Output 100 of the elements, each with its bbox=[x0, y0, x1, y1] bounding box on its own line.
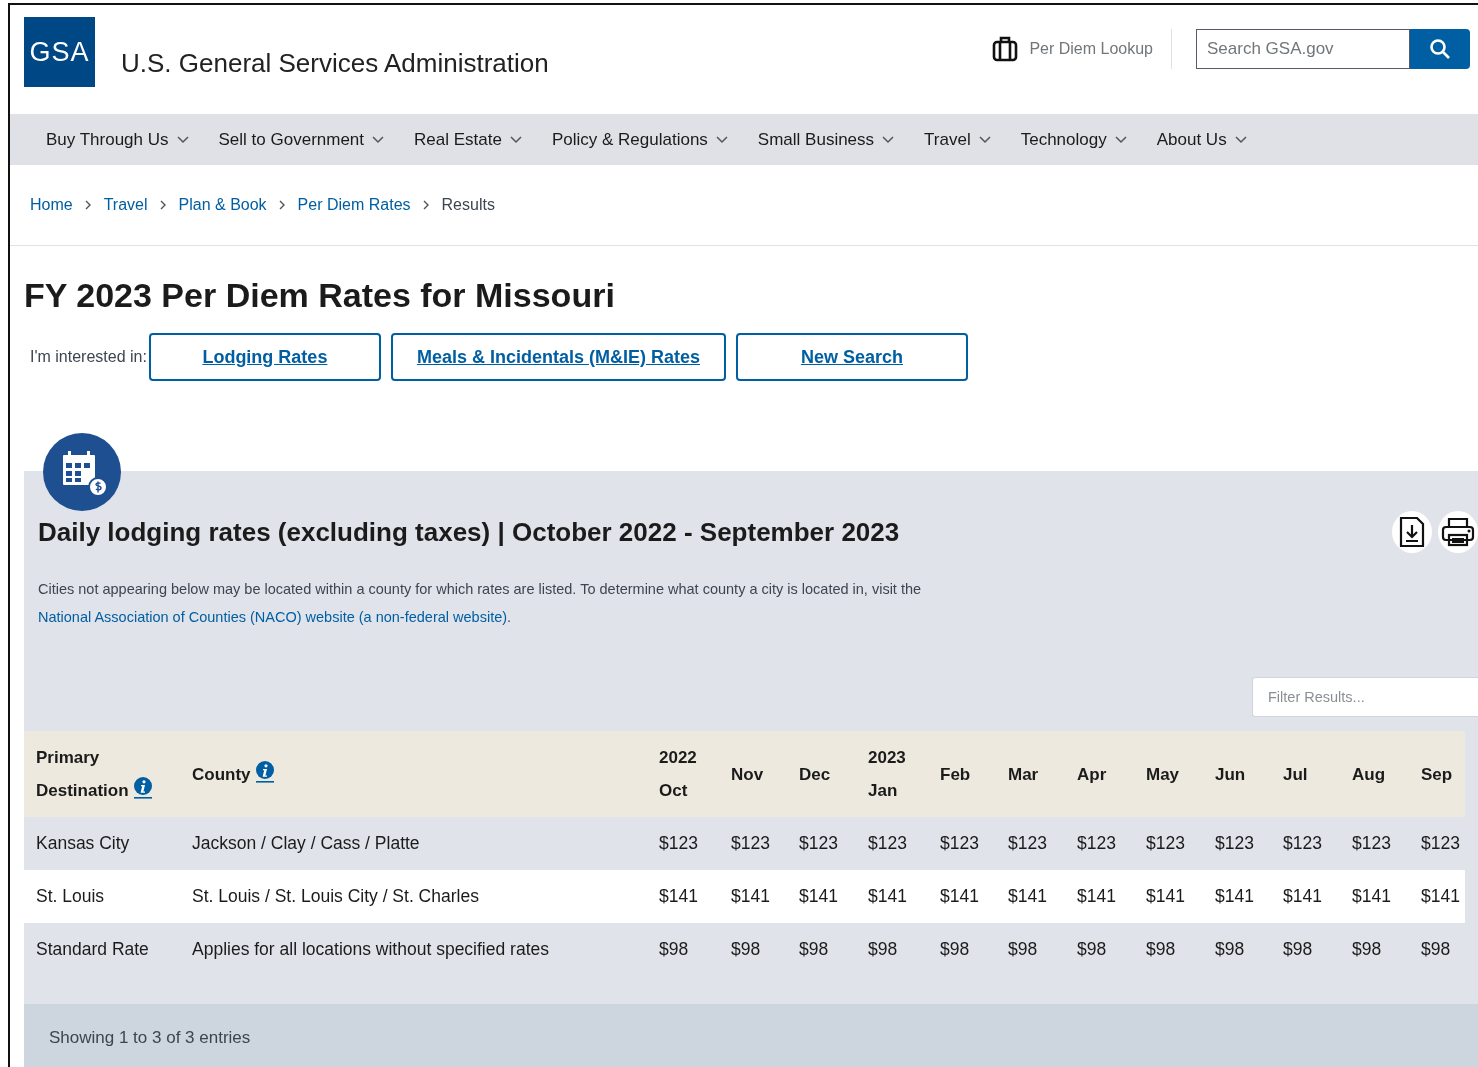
info-icon[interactable] bbox=[133, 777, 152, 800]
table-cell-text: $123 bbox=[1352, 832, 1392, 856]
chevron-down-icon bbox=[715, 135, 728, 144]
table-cell: $141 bbox=[1421, 870, 1465, 924]
column-header: Feb bbox=[940, 731, 1008, 818]
table-cell-text: $98 bbox=[1008, 938, 1039, 962]
table-cell: $141 bbox=[799, 870, 868, 924]
table-cell-text: $98 bbox=[868, 938, 899, 962]
table-cell-text: $98 bbox=[1077, 938, 1108, 962]
table-cell-text: $98 bbox=[1283, 938, 1314, 962]
table-cell-text: $123 bbox=[799, 832, 839, 856]
table-cell: $141 bbox=[659, 870, 731, 924]
chevron-down-icon bbox=[1234, 135, 1247, 144]
table-cell-text: $123 bbox=[1008, 832, 1048, 856]
column-header: County bbox=[192, 731, 659, 818]
chevron-right-icon bbox=[159, 200, 167, 210]
table-cell-text: Standard Rate bbox=[35, 938, 150, 962]
table-cell-text: $123 bbox=[868, 832, 908, 856]
search-button[interactable] bbox=[1410, 29, 1470, 69]
nav-menu-item[interactable]: Policy & Regulations bbox=[551, 129, 728, 150]
nav-menu-item[interactable]: Real Estate bbox=[414, 129, 522, 150]
nav-menu-item[interactable]: Technology bbox=[1020, 129, 1127, 150]
chevron-down-icon bbox=[978, 135, 991, 144]
column-header: Mar bbox=[1008, 731, 1077, 818]
column-header: Primary Destination bbox=[24, 731, 192, 818]
rate-option-button[interactable]: New Search bbox=[735, 333, 968, 381]
column-header: May bbox=[1146, 731, 1215, 818]
print-button[interactable] bbox=[1438, 511, 1478, 554]
table-cell: $141 bbox=[1008, 870, 1077, 924]
breadcrumb-link[interactable]: Home bbox=[30, 196, 73, 214]
download-button[interactable] bbox=[1392, 511, 1432, 554]
table-cell-text: $98 bbox=[1215, 938, 1246, 962]
column-header: Jul bbox=[1283, 731, 1352, 818]
chevron-down-icon bbox=[176, 135, 189, 144]
site-title: U.S. General Services Administration bbox=[121, 47, 549, 79]
chevron-down-icon bbox=[509, 135, 522, 144]
table-cell: St. Louis / St. Louis City / St. Charles bbox=[192, 870, 659, 924]
chevron-right-icon bbox=[278, 200, 286, 210]
table-cell-text: $98 bbox=[659, 938, 690, 962]
table-cell: $141 bbox=[1146, 870, 1215, 924]
chevron-down-icon bbox=[1114, 135, 1127, 144]
table-cell-text: $123 bbox=[659, 832, 699, 856]
current-page-label: Results bbox=[441, 196, 495, 214]
search-icon bbox=[1429, 38, 1451, 60]
table-footer: Showing 1 to 3 of 3 entries bbox=[24, 1004, 1478, 1067]
column-header: 2023 Jan bbox=[868, 731, 940, 818]
chevron-right-icon bbox=[422, 200, 430, 210]
column-header: Sep bbox=[1421, 731, 1465, 818]
rate-option-button[interactable]: Meals & Incidentals (M&IE) Rates bbox=[390, 333, 726, 381]
table-cell-text: $98 bbox=[1352, 938, 1383, 962]
column-header: Apr bbox=[1077, 731, 1146, 818]
column-header: Jun bbox=[1215, 731, 1283, 818]
breadcrumb-link[interactable]: Travel bbox=[103, 196, 148, 214]
filter-field[interactable]: Filter Results... bbox=[1252, 677, 1478, 718]
download-icon bbox=[1399, 516, 1425, 549]
column-header: Nov bbox=[731, 731, 799, 818]
chevron-right-icon bbox=[84, 200, 92, 210]
nav-menu-item[interactable]: Buy Through Us bbox=[46, 129, 189, 150]
table-cell: $141 bbox=[1283, 870, 1352, 924]
nav-menu-item[interactable]: About Us bbox=[1156, 129, 1247, 150]
table-cell-text: $123 bbox=[1215, 832, 1255, 856]
table-cell-text: $98 bbox=[1421, 938, 1452, 962]
search-field[interactable]: Search GSA.gov bbox=[1196, 29, 1410, 69]
per-diem-lookup-link[interactable]: Per Diem Lookup bbox=[991, 29, 1172, 69]
table-cell: $141 bbox=[940, 870, 1008, 924]
table-cell-text: $123 bbox=[940, 832, 980, 856]
table-cell-text: $98 bbox=[731, 938, 762, 962]
section-title: Daily lodging rates (excluding taxes) | October 2022 - September 2023 bbox=[38, 516, 900, 548]
nav-menu-item[interactable]: Sell to Government bbox=[218, 129, 385, 150]
info-icon[interactable] bbox=[255, 760, 274, 783]
table-cell-text: $123 bbox=[731, 832, 771, 856]
table-cell-text: Applies for all locations without specified rates bbox=[192, 938, 550, 962]
column-header: Dec bbox=[799, 731, 868, 818]
table-cell: $141 bbox=[731, 870, 799, 924]
table-cell-text: $123 bbox=[1421, 832, 1461, 856]
breadcrumb-link[interactable]: Plan & Book bbox=[178, 196, 267, 214]
nav-menu-item[interactable]: Travel bbox=[924, 129, 991, 150]
breadcrumb-link[interactable]: Per Diem Rates bbox=[297, 196, 411, 214]
naco-link[interactable]: National Association of Counties (NACO) website (a non-federal website) bbox=[38, 609, 508, 626]
page-title: FY 2023 Per Diem Rates for Missouri bbox=[24, 276, 616, 315]
table-cell: $141 bbox=[1352, 870, 1421, 924]
table-cell: $141 bbox=[1077, 870, 1146, 924]
table-cell-text: $123 bbox=[1146, 832, 1186, 856]
gsa-logo[interactable]: GSA bbox=[24, 17, 95, 87]
chevron-down-icon bbox=[372, 135, 385, 144]
table-cell: $141 bbox=[1215, 870, 1283, 924]
table-cell-text: $98 bbox=[799, 938, 830, 962]
rate-option-button[interactable]: Lodging Rates bbox=[148, 333, 381, 381]
table-cell-text: Kansas City bbox=[35, 832, 131, 856]
table-cell: St. Louis bbox=[24, 870, 192, 924]
table-cell-text: Jackson / Clay / Cass / Platte bbox=[192, 832, 421, 856]
nav-menu-item[interactable]: Small Business bbox=[757, 129, 895, 150]
table-cell-text: $123 bbox=[1283, 832, 1323, 856]
info-paragraph: Cities not appearing below may be located within a county for which rates are listed. To determine what county a city is located in, visit the National Association of Counties (NACO) website (a non-federal website). bbox=[38, 580, 923, 628]
printer-icon bbox=[1441, 517, 1475, 548]
table-cell-text: $98 bbox=[1146, 938, 1177, 962]
suitcase-icon bbox=[991, 35, 1020, 63]
table-cell-text: $98 bbox=[940, 938, 971, 962]
column-header: 2022 Oct bbox=[659, 731, 731, 818]
column-header: Aug bbox=[1352, 731, 1421, 818]
